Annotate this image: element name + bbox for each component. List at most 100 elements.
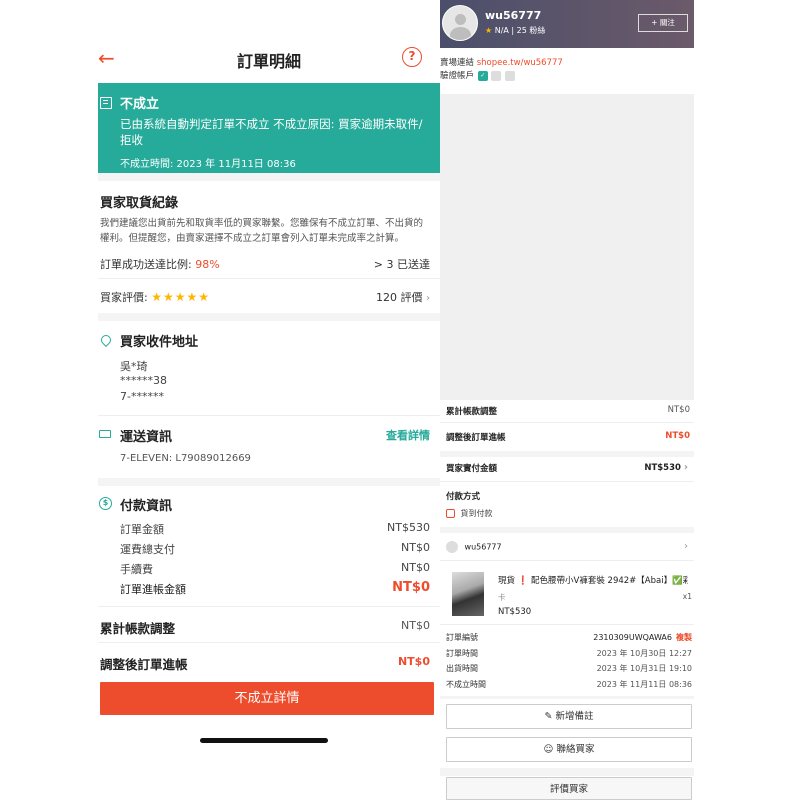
section-gap <box>440 696 694 699</box>
section-gap <box>98 478 440 486</box>
adjusted-income-value: NT$0 <box>665 431 690 441</box>
verify-label: 驗證帳戶 <box>440 71 475 81</box>
success-rate: 訂單成功送達比例: 98% <box>100 256 220 272</box>
buyer-info-panel: wu56777 ★ N/A | 25 粉絲 + 關注 賣場連結 shopee.t… <box>440 0 694 800</box>
follow-button[interactable]: + 關注 <box>638 14 688 32</box>
order-number-row: 訂單編號 2310309UWQAWA6 複製 <box>446 632 692 643</box>
status-title: 不成立 <box>120 97 160 112</box>
section-gap <box>98 173 440 181</box>
payment-row-label: 訂單金額 <box>120 523 164 536</box>
divider <box>98 642 440 643</box>
avatar[interactable] <box>442 5 478 41</box>
divider <box>440 624 694 625</box>
username: wu56777 <box>485 9 542 22</box>
payment-row-value: NT$530 <box>387 521 430 534</box>
payment-row-label: 運費總支付 <box>120 543 175 556</box>
order-detail-panel: ← 訂單明細 ? 不成立 已由系統自動判定訂單不成立 不成立原因: 買家逾期未取… <box>98 0 440 800</box>
user-banner: wu56777 ★ N/A | 25 粉絲 + 關注 <box>440 0 694 48</box>
user-stats: ★ N/A | 25 粉絲 <box>485 25 545 36</box>
adjusted-income-label: 調整後訂單進帳 <box>446 433 506 443</box>
buyer-paid-row[interactable]: 買家實付金額 NT$530 › <box>446 462 690 474</box>
adjust-value: NT$0 <box>667 405 690 415</box>
email-icon <box>491 70 502 81</box>
seller-row[interactable]: wu56777 › <box>446 541 690 553</box>
adjusted-income-label: 調整後訂單進帳 <box>100 657 188 672</box>
buyer-record-title: 買家取貨紀錄 <box>100 196 179 211</box>
shop-link[interactable]: shopee.tw/wu56777 <box>477 58 563 68</box>
pay-method-row: 貨到付款 <box>446 508 690 519</box>
meta-label: 訂單編號 <box>446 633 478 642</box>
rating-count-link[interactable]: 120 評價 › <box>376 289 430 305</box>
adjust-value: NT$0 <box>401 619 430 632</box>
product-image[interactable] <box>452 572 484 616</box>
divider <box>440 560 694 561</box>
product-title[interactable]: 現貨 ❗ 配色腰帶小V褲套裝 2942#【Abai】✅彩... <box>498 574 688 586</box>
status-banner: 不成立 已由系統自動判定訂單不成立 不成立原因: 買家逾期未取件/拒收 不成立時… <box>98 83 440 173</box>
rating-count: 120 評價 <box>376 291 423 304</box>
section-gap <box>440 768 694 776</box>
cod-icon <box>446 509 455 518</box>
buyer-paid-label: 買家實付金額 <box>446 464 498 474</box>
meta-value: 2023 年 11月11日 08:36 <box>596 680 692 689</box>
product-variant: 卡 <box>498 593 506 602</box>
order-time-row: 訂單時間 2023 年 10月30日 12:27 <box>446 648 692 659</box>
divider <box>98 606 440 607</box>
seller-avatar <box>446 541 458 553</box>
divider <box>440 422 694 423</box>
product-name: 配色腰帶小V褲套裝 2942#【Abai】✅彩... <box>531 576 688 586</box>
status-description: 已由系統自動判定訂單不成立 不成立原因: 買家逾期未取件/拒收 <box>120 117 423 147</box>
product-prefix: 現貨 <box>498 576 516 586</box>
chevron-right-icon: › <box>426 293 430 304</box>
buyer-record-note: 我們建議您出貨前先和取貨率低的買家聯繫。您雖保有不成立訂單、不出貨的權利。但提醒… <box>100 218 424 244</box>
ship-time-row: 出貨時間 2023 年 10月31日 19:10 <box>446 663 692 674</box>
meta-label: 出貨時間 <box>446 664 478 673</box>
delivered-count[interactable]: > 3 已送達 <box>374 256 430 272</box>
shop-link-label: 賣場連結 <box>440 58 475 68</box>
verified-accounts-row: 驗證帳戶 ✓ <box>440 69 516 81</box>
order-income-value: NT$0 <box>392 580 430 595</box>
order-income-label: 訂單進帳金額 <box>120 583 186 596</box>
page-title: 訂單明細 <box>236 52 301 71</box>
success-rate-label: 訂單成功送達比例: <box>100 258 192 271</box>
divider <box>440 481 694 482</box>
payment-row-value: NT$0 <box>401 541 430 554</box>
dollar-icon: $ <box>99 497 112 510</box>
contact-buyer-label: 聯絡買家 <box>556 744 595 755</box>
document-icon <box>100 97 112 109</box>
copy-button[interactable]: 複製 <box>676 633 692 642</box>
recipient-store: 7-****** <box>120 390 164 403</box>
home-indicator <box>200 738 328 743</box>
contact-buyer-button[interactable]: ☺ 聯絡買家 <box>446 737 692 762</box>
header: ← 訂單明細 ? <box>98 44 440 74</box>
product-quantity: x1 <box>682 592 692 601</box>
seller-name: wu56777 <box>464 542 502 552</box>
meta-value: 2310309UWQAWA6 複製 <box>593 632 692 643</box>
shipping-title: 運送資訊 <box>120 430 173 445</box>
view-shipping-detail-link[interactable]: 查看詳情 <box>386 427 430 443</box>
recipient-phone: ******38 <box>120 374 167 387</box>
tracking-number: 7-ELEVEN: L79089012669 <box>120 453 251 464</box>
chevron-right-icon: › <box>683 462 688 473</box>
recipient-name: 吳*琦 <box>120 360 148 373</box>
buyer-rating: 買家評價: ★★★★★ <box>100 289 210 305</box>
pay-method-value: 貨到付款 <box>460 509 493 518</box>
add-note-button[interactable]: ✎ 新增備註 <box>446 704 692 729</box>
failed-detail-button[interactable]: 不成立詳情 <box>100 682 434 715</box>
meta-label: 訂單時間 <box>446 649 478 658</box>
payment-row-value: NT$0 <box>401 561 430 574</box>
star-icon: ★ <box>485 26 493 35</box>
meta-value: 2023 年 10月30日 12:27 <box>596 649 692 658</box>
divider <box>98 415 440 416</box>
meta-label: 不成立時間 <box>446 680 486 689</box>
buyer-paid-amount: NT$530 <box>644 463 681 473</box>
meta-value: 2023 年 10月31日 19:10 <box>596 664 692 673</box>
product-price: NT$530 <box>498 607 532 617</box>
success-rate-value: 98% <box>195 258 220 271</box>
adjust-row: 累計帳款調整 NT$0 <box>446 405 690 417</box>
truck-icon <box>99 430 111 438</box>
address-title: 買家收件地址 <box>120 335 199 350</box>
user-rating: N/A <box>494 26 509 35</box>
rate-buyer-button[interactable]: 評價買家 <box>446 777 692 800</box>
pay-method-title: 付款方式 <box>446 492 481 502</box>
help-icon[interactable]: ? <box>402 47 422 67</box>
